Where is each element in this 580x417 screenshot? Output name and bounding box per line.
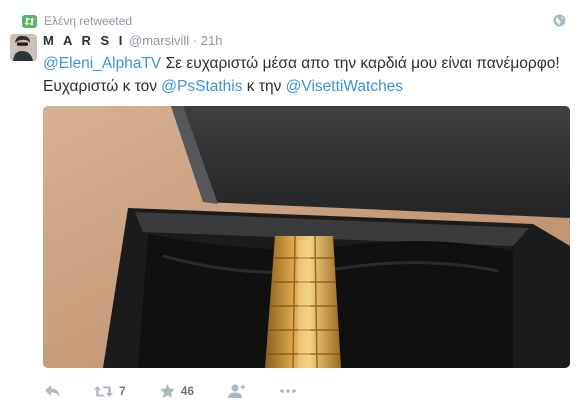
avatar[interactable] bbox=[10, 34, 37, 61]
tweet-text-segment: κ την bbox=[242, 78, 286, 95]
mention-link[interactable]: @Eleni_AlphaTV bbox=[43, 55, 161, 72]
author-fullname[interactable]: M A R S I bbox=[43, 33, 125, 48]
tweet-timestamp[interactable]: 21h bbox=[201, 33, 223, 48]
mention-link[interactable]: @PsStathis bbox=[161, 78, 242, 95]
tweet-photo[interactable] bbox=[43, 106, 570, 368]
reply-icon bbox=[45, 385, 60, 397]
follow-button[interactable] bbox=[227, 384, 246, 398]
author-handle[interactable]: @marsivill bbox=[129, 33, 189, 48]
mention-link[interactable]: @VisettiWatches bbox=[286, 78, 403, 95]
follow-icon bbox=[228, 384, 246, 398]
more-button[interactable] bbox=[280, 389, 296, 393]
star-icon bbox=[159, 384, 175, 398]
retweet-badge-icon bbox=[22, 14, 37, 28]
reply-button[interactable] bbox=[45, 385, 60, 397]
retweet-button[interactable]: 7 bbox=[94, 384, 126, 398]
watch-box-photo bbox=[43, 106, 570, 368]
globe-icon bbox=[553, 14, 566, 27]
retweet-context-text[interactable]: Ελένη retweeted bbox=[44, 14, 132, 28]
tweet-header: M A R S I @marsivill · 21h bbox=[43, 33, 222, 49]
retweet-context: Ελένη retweeted bbox=[22, 12, 132, 30]
retweet-icon bbox=[94, 385, 113, 397]
retweet-count: 7 bbox=[119, 384, 126, 398]
more-icon bbox=[280, 389, 296, 393]
tweet-text: @Eleni_AlphaTV Σε ευχαριστώ μέσα απο την… bbox=[43, 52, 563, 98]
header-separator: · bbox=[192, 33, 198, 48]
like-count: 46 bbox=[180, 384, 195, 398]
like-button[interactable]: 46 bbox=[159, 384, 195, 398]
tweet-actions: 7 46 bbox=[45, 381, 296, 401]
